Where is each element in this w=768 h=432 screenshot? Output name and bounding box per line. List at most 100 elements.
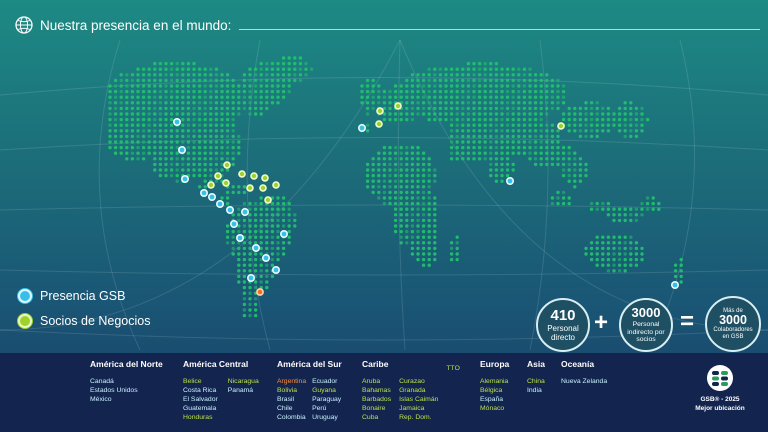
region-title: Asia (527, 359, 545, 369)
partner-location-marker (557, 122, 565, 130)
gsb-location-marker (247, 274, 255, 282)
country-item: Jamaica (399, 405, 425, 412)
country-item: Guatemala (183, 405, 217, 412)
gsb-presence-marker-icon (18, 289, 32, 303)
gsb-location-marker (181, 175, 189, 183)
country-item: Alemania (480, 378, 509, 385)
region-1: América Central Belice Costa Rica El Salvad… (183, 359, 259, 422)
country-item: Bolivia (277, 387, 298, 394)
award-badge: GSB® - 2025 Mejor ubicación (682, 365, 758, 413)
stat-personal-indirecto: 3000 Personal indirecto por socios (619, 298, 673, 352)
country-item: Perú (312, 405, 327, 412)
map-legend: Presencia GSB Socios de Negocios (18, 285, 150, 335)
gsb-location-marker (262, 254, 270, 262)
gsb-location-marker (280, 230, 288, 238)
country-item: Ecuador (312, 378, 338, 385)
country-item: Nicaragua (227, 378, 259, 385)
page-title: Nuestra presencia en el mundo: (40, 17, 232, 33)
partner-location-marker (223, 161, 231, 169)
partner-location-marker (214, 172, 222, 180)
region-title: América del Sur (277, 359, 342, 369)
country-item: Uruguay (312, 414, 338, 421)
country-item: Bahamas (362, 387, 391, 394)
partner-marker-icon (18, 314, 32, 328)
graticule-line (399, 39, 768, 331)
country-item: Mónaco (480, 405, 505, 412)
region-title: Caribe (362, 359, 389, 369)
legend-item-gsb: Presencia GSB (18, 285, 150, 307)
partner-location-marker (272, 181, 280, 189)
gsb-location-marker (173, 118, 181, 126)
gsb-logo-glyph (712, 371, 728, 386)
gsb-location-marker (358, 124, 366, 132)
gsb-location-marker (252, 244, 260, 252)
partner-location-marker (376, 107, 384, 115)
gsb-logo-icon (707, 365, 733, 391)
country-item: Argentina (277, 378, 307, 385)
gsb-location-marker (236, 234, 244, 242)
country-item: Estados Unidos (90, 387, 138, 394)
country-item: Paraguay (312, 396, 342, 403)
gsb-location-marker (200, 189, 208, 197)
country-item: Bonaire (362, 405, 386, 412)
stat-number: 3000 (719, 313, 747, 328)
gsb-location-marker (226, 206, 234, 214)
region-6: Oceanía Nueva Zelanda (561, 359, 607, 386)
country-item: Chile (277, 405, 293, 412)
gsb-location-marker (241, 208, 249, 216)
country-item: Cuba (362, 414, 379, 421)
partner-location-marker (375, 120, 383, 128)
stat-number: 3000 (631, 305, 661, 321)
region-title: Oceanía (561, 359, 595, 369)
country-item: Honduras (183, 414, 213, 421)
plus-sign: + (594, 309, 609, 336)
country-item: TTO (446, 365, 460, 372)
country-item: Colombia (277, 414, 306, 421)
gsb-location-marker (208, 193, 216, 201)
stat-number: 410 (550, 306, 576, 324)
country-item: Belice (183, 378, 202, 385)
country-item: China (527, 378, 545, 385)
partner-location-marker (246, 184, 254, 192)
partner-location-marker (222, 179, 230, 187)
stat-label: directo (550, 332, 575, 342)
region-title: América del Norte (90, 359, 163, 369)
title-divider (239, 28, 760, 30)
country-item: Granada (399, 387, 426, 394)
badge-line1: GSB® - 2025 (700, 396, 740, 403)
region-3: Caribe Aruba Bahamas Barbados Bonaire Cuba Cur… (362, 359, 460, 422)
country-item: España (480, 396, 504, 403)
partner-location-marker (261, 174, 269, 182)
gsb-location-marker (671, 281, 679, 289)
country-item: Islas Caimán (399, 396, 439, 403)
badge-line2: Mejor ubicación (695, 405, 745, 412)
legend-item-socios: Socios de Negocios (18, 310, 150, 332)
stat-label: Colaboradores (713, 326, 753, 333)
legend-label: Socios de Negocios (40, 314, 151, 328)
region-title: Europa (480, 359, 510, 369)
equals-sign: = (680, 308, 695, 335)
stat-total-colaboradores: Más de 3000 Colaboradores en GSB (705, 296, 761, 352)
region-4: Europa Alemania Bélgica España Mónaco (480, 359, 509, 413)
country-item: Curazao (399, 378, 425, 385)
country-item: Guyana (312, 387, 336, 394)
country-item: Rep. Dom. (399, 414, 432, 421)
country-item: Nueva Zelanda (561, 378, 608, 385)
partner-location-marker (394, 102, 402, 110)
globe-icon (15, 16, 33, 34)
highlight-location-marker (256, 288, 264, 296)
header: Nuestra presencia en el mundo: (14, 12, 760, 38)
stat-label: en GSB (722, 333, 744, 340)
country-item: Costa Rica (183, 387, 217, 394)
country-item: México (90, 396, 112, 403)
partner-location-marker (250, 172, 258, 180)
partner-location-marker (259, 184, 267, 192)
gsb-location-marker (506, 177, 514, 185)
partner-location-marker (264, 196, 272, 204)
region-0: América del Norte Canadá Estados Unidos Méx… (90, 359, 163, 404)
region-5: Asia China India (527, 359, 545, 395)
stat-label: indirecto por (627, 328, 665, 336)
gsb-location-marker (178, 146, 186, 154)
region-2: América del Sur Argentina Bolivia Brasil Chi… (277, 359, 342, 422)
partner-location-marker (207, 181, 215, 189)
